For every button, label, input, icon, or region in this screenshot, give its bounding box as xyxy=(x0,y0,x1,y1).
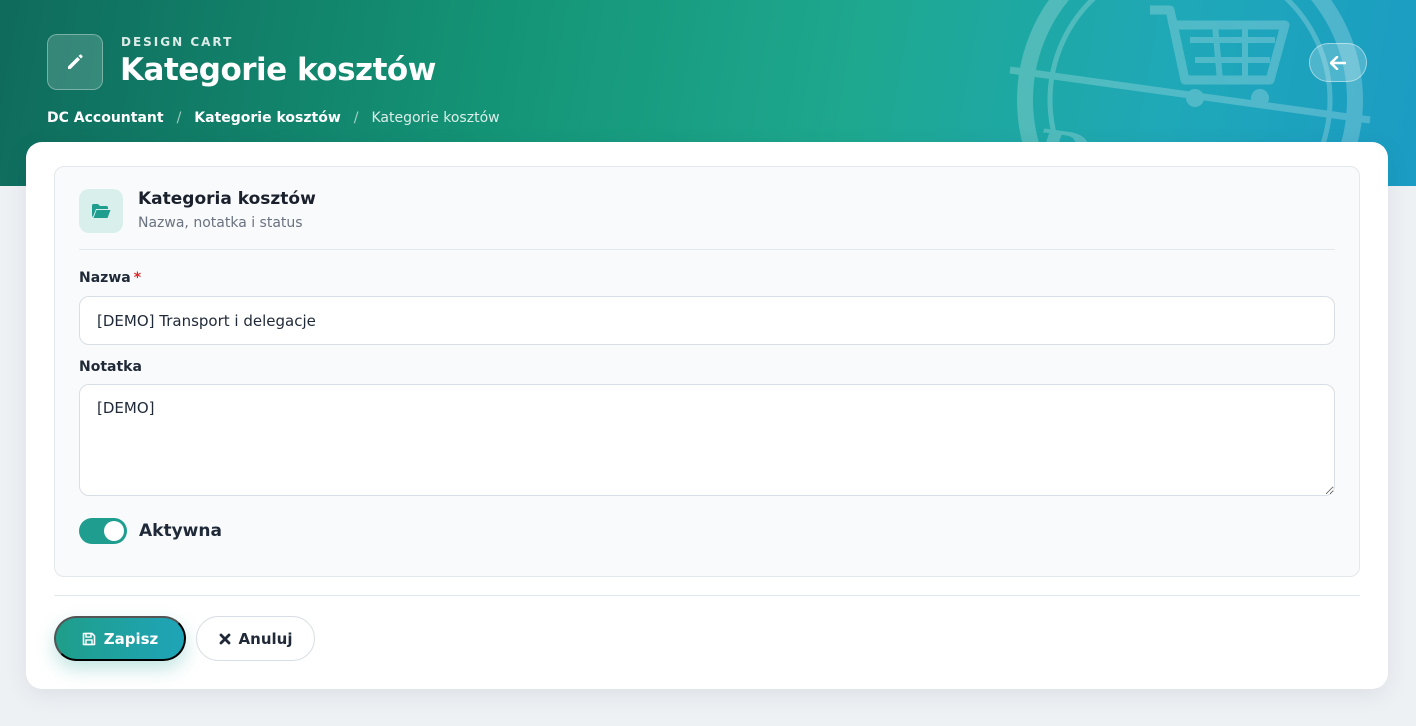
breadcrumb-separator: / xyxy=(353,110,359,126)
save-button-label: Zapisz xyxy=(103,629,159,648)
active-toggle[interactable] xyxy=(79,518,127,544)
breadcrumb-item-kategorie-kosztow[interactable]: Kategorie kosztów xyxy=(194,110,340,126)
section-icon-tile xyxy=(79,189,123,233)
breadcrumb-separator: / xyxy=(176,110,182,126)
toggle-knob xyxy=(104,521,124,541)
save-button[interactable]: Zapisz xyxy=(54,616,186,661)
cancel-button[interactable]: Anuluj xyxy=(196,616,315,661)
note-textarea[interactable]: [DEMO] xyxy=(79,384,1335,496)
edit-icon-tile xyxy=(47,34,103,90)
breadcrumb: DC Accountant / Kategorie kosztów / Kate… xyxy=(47,110,500,126)
arrow-left-icon xyxy=(1330,55,1346,70)
note-label: Notatka xyxy=(79,359,142,375)
required-mark: * xyxy=(133,270,142,286)
active-label: Aktywna xyxy=(139,521,222,541)
app-eyebrow: DESIGN CART xyxy=(121,35,234,49)
section-title: Kategoria kosztów xyxy=(138,189,316,209)
name-input[interactable] xyxy=(79,296,1335,345)
footer-divider xyxy=(54,595,1360,596)
pencil-icon xyxy=(68,54,83,69)
folder-open-icon xyxy=(92,204,111,218)
floppy-disk-icon xyxy=(82,632,96,646)
form-card: Kategoria kosztów Nazwa, notatka i statu… xyxy=(26,142,1388,689)
breadcrumb-item-current: Kategorie kosztów xyxy=(371,110,500,126)
page-title: Kategorie kosztów xyxy=(120,52,436,88)
category-section: Kategoria kosztów Nazwa, notatka i statu… xyxy=(54,166,1360,577)
breadcrumb-item-dc-accountant[interactable]: DC Accountant xyxy=(47,110,164,126)
section-subtitle: Nazwa, notatka i status xyxy=(138,215,303,231)
active-toggle-row: Aktywna xyxy=(79,518,222,544)
close-icon xyxy=(219,633,231,645)
name-label-text: Nazwa xyxy=(79,270,131,286)
back-button[interactable] xyxy=(1309,43,1367,82)
cancel-button-label: Anuluj xyxy=(238,629,293,648)
name-label: Nazwa * xyxy=(79,270,141,286)
section-divider xyxy=(79,249,1335,250)
